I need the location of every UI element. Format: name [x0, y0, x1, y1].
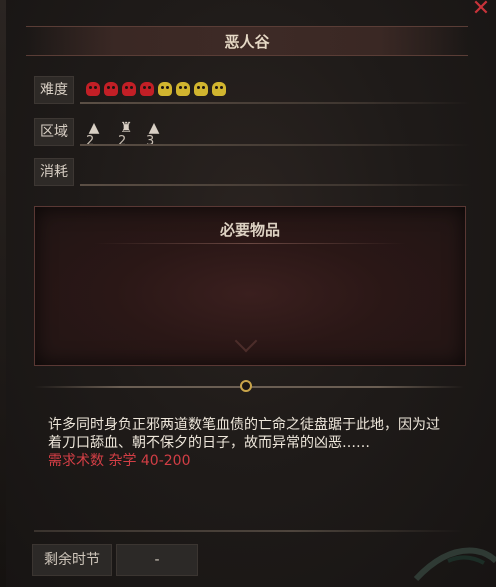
panel-left-border [0, 0, 6, 587]
skull-icon [104, 82, 118, 96]
skull-icon [86, 82, 100, 96]
cost-label: 消耗 [34, 158, 74, 186]
required-items-title-underline [95, 243, 405, 244]
region-count: 3 [146, 134, 155, 149]
close-icon[interactable]: ✕ [470, 0, 492, 20]
difficulty-row: 难度 [30, 76, 470, 104]
region-count: 2 [118, 134, 127, 149]
footer-divider [34, 530, 464, 532]
region-tile[interactable]: ♜ 2 [116, 120, 136, 149]
skull-icon [212, 82, 226, 96]
skull-icon [176, 82, 190, 96]
title-bar: 恶人谷 [26, 26, 468, 56]
region-tile[interactable]: ▲ 2 [84, 120, 104, 149]
region-tile[interactable]: ▲ 3 [144, 120, 164, 149]
skill-requirement: 需求术数 杂学 40-200 [48, 453, 191, 469]
skull-icon [158, 82, 172, 96]
remaining-seasons-value: - [116, 544, 198, 576]
location-panel: ✕ 恶人谷 难度 区域 ▲ 2 ♜ 2 ▲ 3 消耗 必要物品 许多同时身负正邪… [0, 0, 496, 587]
chevron-down-icon [234, 329, 258, 353]
skull-icon [140, 82, 154, 96]
row-divider [80, 102, 470, 104]
divider-orb-icon [240, 380, 252, 392]
row-divider [80, 184, 470, 186]
region-label: 区域 [34, 118, 74, 146]
cost-row: 消耗 [30, 158, 470, 186]
location-title: 恶人谷 [224, 33, 270, 51]
skull-icon [122, 82, 136, 96]
row-divider [80, 144, 470, 146]
required-items-box: 必要物品 [34, 206, 466, 366]
skull-icon [194, 82, 208, 96]
required-items-title: 必要物品 [219, 221, 280, 239]
decorative-wave-icon [413, 547, 496, 582]
region-row: 区域 ▲ 2 ♜ 2 ▲ 3 [30, 118, 470, 149]
location-description: 许多同时身负正邪两道数笔血债的亡命之徒盘踞于此地，因为过着刀口舔血、朝不保夕的日… [48, 417, 440, 451]
difficulty-label: 难度 [34, 76, 74, 104]
region-count: 2 [86, 134, 95, 149]
remaining-seasons-label: 剩余时节 [32, 544, 112, 576]
